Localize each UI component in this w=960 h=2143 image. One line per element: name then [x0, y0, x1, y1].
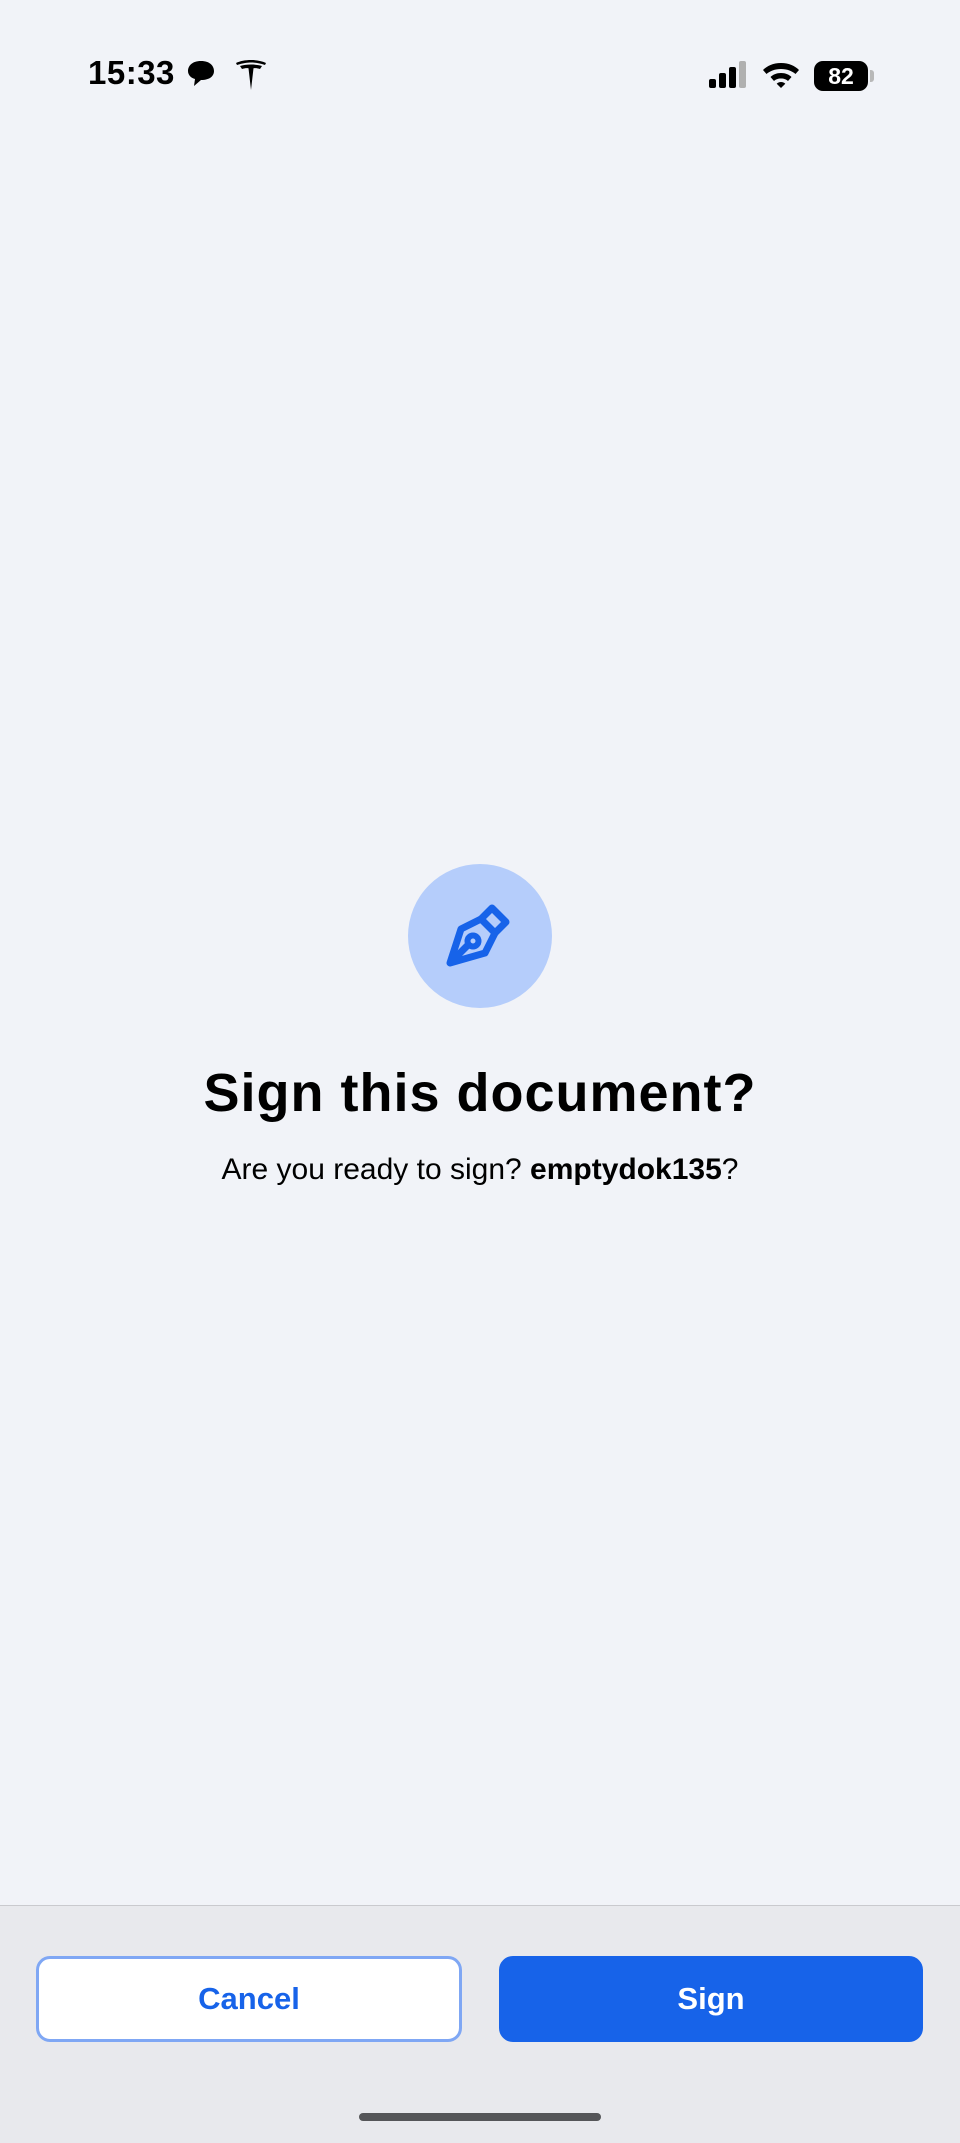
status-bar: 15:33 82: [0, 0, 960, 150]
icon-circle: [408, 864, 552, 1008]
wifi-icon: [762, 59, 800, 94]
action-bar: Cancel Sign: [0, 1905, 960, 2143]
battery-tip: [870, 70, 874, 82]
message-suffix: ?: [721, 1153, 739, 1186]
battery-icon: 82: [814, 61, 874, 91]
home-indicator[interactable]: [359, 2113, 601, 2121]
dialog-message: Are you ready to sign? emptydok135?: [0, 1150, 960, 1190]
battery-level: 82: [814, 61, 868, 91]
document-name: emptydok135: [530, 1153, 722, 1186]
sign-dialog: Sign this document? Are you ready to sig…: [0, 864, 960, 1190]
cellular-signal-icon: [708, 60, 748, 93]
fountain-pen-icon: [435, 889, 525, 984]
chat-bubble-icon: [186, 58, 216, 95]
dialog-title: Sign this document?: [203, 1063, 757, 1123]
sign-button[interactable]: Sign: [499, 1956, 923, 2042]
message-prefix: Are you ready to sign?: [221, 1153, 531, 1186]
tesla-icon: [234, 58, 268, 97]
cancel-button[interactable]: Cancel: [36, 1956, 462, 2042]
status-right-group: 82: [708, 58, 874, 94]
status-time: 15:33: [88, 54, 175, 91]
